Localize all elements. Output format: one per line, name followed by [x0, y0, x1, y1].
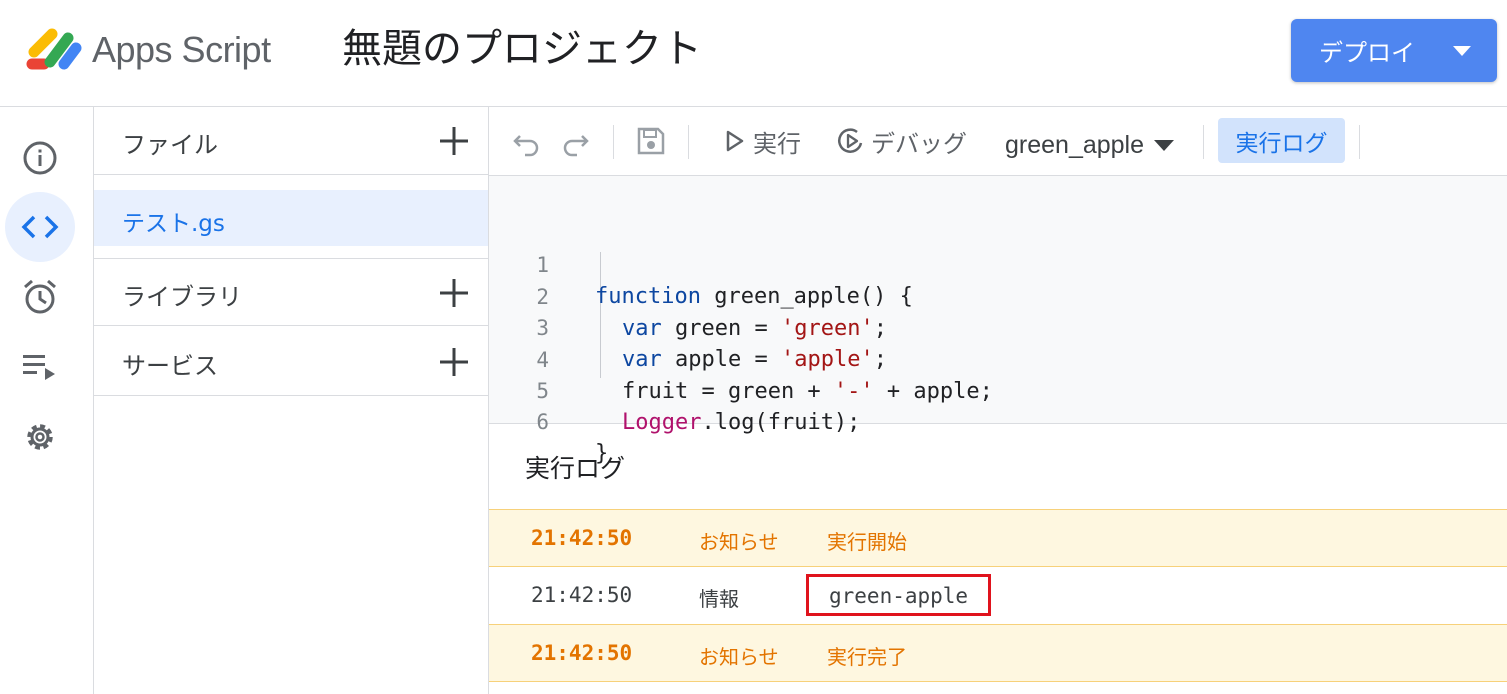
code-editor[interactable]: 1 function green_apple() { 2 var green =…	[489, 176, 1507, 466]
project-title[interactable]: 無題のプロジェクト	[342, 24, 702, 74]
add-file-plus-icon[interactable]	[438, 125, 470, 157]
caret-down-icon	[1154, 139, 1175, 151]
function-selector-value: green_apple	[1005, 130, 1145, 159]
execution-log-toggle-button[interactable]: 実行ログ	[1218, 118, 1345, 163]
line-number: 6	[536, 410, 549, 434]
log-row: 21:42:50 お知らせ 実行開始	[489, 509, 1507, 567]
log-message: 実行完了	[827, 645, 907, 669]
code-text: .log(fruit);	[701, 410, 861, 435]
play-icon	[726, 130, 744, 152]
log-time: 21:42:50	[531, 583, 633, 607]
log-time: 21:42:50	[531, 641, 633, 665]
save-icon[interactable]	[635, 125, 667, 157]
log-level: お知らせ	[699, 645, 779, 669]
brand-name: Apps Script	[92, 29, 271, 70]
code-class: Logger	[622, 410, 702, 435]
libraries-section-header: ライブラリ	[94, 258, 488, 326]
debug-button-label: デバッグ	[871, 129, 967, 158]
toolbar-divider	[613, 125, 614, 159]
function-selector[interactable]: green_apple	[1005, 127, 1175, 163]
toolbar-divider	[1359, 125, 1360, 159]
code-line: 6 }	[489, 376, 1507, 466]
settings-button[interactable]	[5, 402, 75, 472]
libraries-section-label: ライブラリ	[122, 283, 242, 311]
overview-button[interactable]	[5, 123, 75, 193]
toolbar-divider	[1203, 125, 1204, 159]
editor-toolbar: 実行 デバッグ green_apple 実行ログ	[489, 107, 1507, 176]
files-section-header: ファイル	[94, 107, 488, 175]
caret-down-icon[interactable]	[1453, 46, 1471, 56]
editor-button[interactable]	[5, 192, 75, 262]
gear-icon	[27, 424, 53, 450]
debug-button[interactable]: デバッグ	[837, 123, 967, 159]
code-line: 5 Logger.log(fruit);	[489, 345, 1507, 435]
add-service-plus-icon[interactable]	[438, 346, 470, 378]
code-line: 4 fruit = green + '-' + apple;	[489, 314, 1507, 404]
playlist-play-icon	[23, 355, 55, 380]
app-header: Apps Script 無題のプロジェクト デプロイ	[0, 0, 1507, 107]
run-button-label: 実行	[753, 129, 801, 158]
execution-log-title: 実行ログ	[525, 454, 626, 483]
alarm-clock-icon	[24, 279, 56, 314]
log-row: 21:42:50 お知らせ 実行完了	[489, 624, 1507, 682]
log-time: 21:42:50	[531, 526, 633, 550]
log-message-highlighted: green-apple	[806, 574, 992, 616]
file-item-test-gs[interactable]: テスト.gs	[94, 190, 488, 246]
deploy-button[interactable]: デプロイ	[1291, 19, 1497, 82]
code-line: 3 var apple = 'apple';	[489, 282, 1507, 372]
services-section-header: サービス	[94, 328, 488, 396]
deploy-button-label: デプロイ	[1319, 39, 1415, 67]
toolbar-divider	[688, 125, 689, 159]
left-nav-rail	[0, 107, 94, 694]
files-panel: ファイル テスト.gs ライブラリ サービス	[94, 107, 489, 694]
apps-script-logo-icon[interactable]	[24, 26, 82, 72]
debug-icon	[838, 128, 863, 153]
code-line: 2 var green = 'green';	[489, 251, 1507, 341]
info-icon	[23, 141, 57, 175]
log-level: 情報	[699, 587, 739, 611]
run-button[interactable]: 実行	[725, 123, 801, 159]
code-line: 1 function green_apple() {	[489, 219, 1507, 309]
log-message: 実行開始	[827, 530, 907, 554]
services-section-label: サービス	[122, 352, 218, 380]
undo-icon[interactable]	[511, 125, 543, 157]
triggers-button[interactable]	[5, 262, 75, 332]
redo-icon[interactable]	[559, 125, 591, 157]
add-library-plus-icon[interactable]	[438, 277, 470, 309]
code-icon	[21, 215, 59, 239]
files-section-label: ファイル	[122, 131, 218, 159]
executions-button[interactable]	[5, 332, 75, 402]
log-row: 21:42:50 情報 green-apple	[489, 567, 1507, 625]
file-item-label: テスト.gs	[122, 211, 225, 237]
log-level: お知らせ	[699, 530, 779, 554]
